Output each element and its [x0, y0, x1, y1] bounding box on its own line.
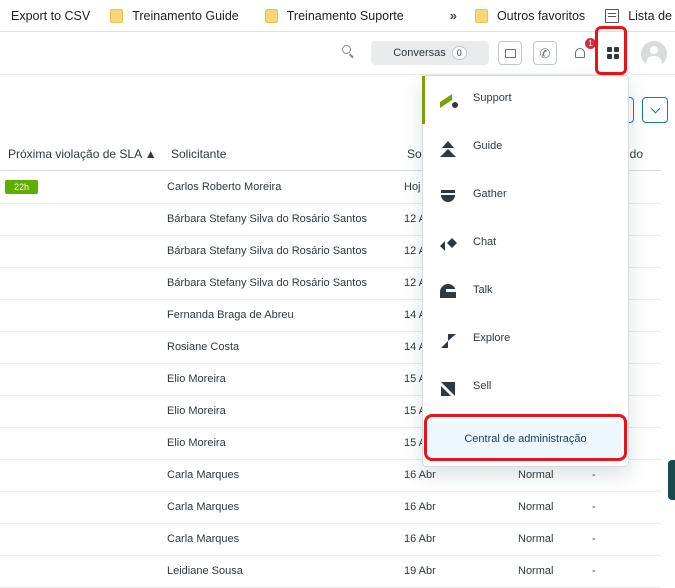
bookmarks-bar: Export to CSV Treinamento Guide Treiname… — [0, 0, 675, 32]
menu-item-gather[interactable]: Gather — [423, 172, 628, 220]
requested-date-cell: 16 Abr — [404, 469, 436, 481]
search-icon[interactable] — [342, 45, 351, 54]
requester-cell[interactable]: Elio Moreira — [167, 437, 226, 449]
table-row[interactable]: Carla Marques 16 Abr Normal - — [0, 523, 661, 556]
requester-cell[interactable]: Rosiane Costa — [167, 341, 239, 353]
menu-item-label: Gather — [473, 188, 507, 200]
bookmark-label: Outros favoritos — [496, 8, 586, 23]
folder-icon — [474, 8, 488, 23]
column-header-requester[interactable]: Solicitante — [171, 147, 226, 161]
menu-item-guide[interactable]: Guide — [423, 124, 628, 172]
reading-list-label: Lista de leitura — [628, 8, 675, 23]
phone-icon: ✆ — [539, 45, 551, 61]
gather-icon — [441, 190, 455, 202]
column-header-requested[interactable]: So — [407, 147, 422, 161]
menu-item-label: Guide — [473, 140, 503, 152]
requested-date-cell: Hoj — [404, 181, 421, 193]
menu-item-label: Sell — [473, 380, 492, 392]
folder-icon — [110, 8, 124, 23]
menu-item-support[interactable]: Support — [422, 76, 628, 124]
sell-icon — [441, 382, 455, 396]
requester-cell[interactable]: Carla Marques — [167, 469, 239, 481]
avatar[interactable] — [641, 41, 667, 67]
menu-item-label: Talk — [473, 284, 493, 296]
table-row[interactable]: Carla Marques 16 Abr Normal - — [0, 491, 661, 524]
chat-bubble-icon — [504, 48, 516, 58]
column-header-sla[interactable]: Próxima violação de SLA ▲ — [8, 147, 157, 161]
bookmark-folder-treinamento-suporte[interactable]: Treinamento Suporte — [259, 0, 410, 31]
requested-date-cell: 16 Abr — [404, 501, 436, 513]
menu-item-label: Chat — [473, 236, 497, 248]
more-bookmarks-chevron-icon[interactable]: » — [444, 8, 461, 23]
bookmark-folder-treinamento-guide[interactable]: Treinamento Guide — [104, 0, 245, 31]
guide-icon — [440, 141, 456, 157]
extra-cell: - — [592, 565, 596, 577]
requester-cell[interactable]: Elio Moreira — [167, 373, 226, 385]
chat-product-icon — [440, 238, 457, 251]
menu-item-label: Support — [473, 92, 512, 104]
app-top-bar: Conversas 0 ✆ — [0, 32, 675, 75]
product-menu: Support Guide Gather Chat Talk Explore S… — [422, 75, 629, 467]
bookmark-label: Treinamento Guide — [132, 8, 239, 23]
annotation-highlight-admin — [424, 414, 627, 461]
chat-button[interactable] — [498, 41, 522, 65]
requested-date-cell: 19 Abr — [404, 565, 436, 577]
support-icon — [440, 94, 458, 108]
menu-item-talk[interactable]: Talk — [423, 268, 628, 316]
conversations-count: 0 — [451, 46, 467, 60]
column-header-updated[interactable]: ido — [627, 147, 643, 161]
menu-item-label: Explore — [473, 332, 511, 344]
extra-cell: - — [592, 533, 596, 545]
requested-date-cell: 16 Abr — [404, 533, 436, 545]
table-row[interactable]: Leidiane Sousa 19 Abr Normal - — [0, 555, 661, 588]
annotation-highlight-products — [595, 26, 627, 75]
conversations-label: Conversas — [393, 47, 446, 59]
priority-cell: Normal — [518, 469, 554, 481]
bookmark-export-csv[interactable]: Export to CSV — [0, 0, 96, 31]
extra-cell: - — [592, 501, 596, 513]
menu-item-explore[interactable]: Explore — [423, 316, 628, 364]
bell-icon — [575, 48, 585, 58]
side-panel-tab[interactable] — [668, 460, 675, 500]
bookmark-label: Treinamento Suporte — [286, 8, 404, 23]
requester-cell[interactable]: Leidiane Sousa — [167, 565, 243, 577]
requester-cell[interactable]: Bárbara Stefany Silva do Rosário Santos — [167, 245, 367, 257]
requester-cell[interactable]: Elio Moreira — [167, 405, 226, 417]
bookmark-label: Export to CSV — [11, 8, 91, 23]
requester-cell[interactable]: Carlos Roberto Moreira — [167, 181, 281, 193]
sla-badge: 22h — [5, 180, 38, 194]
dropdown-chevron-button[interactable] — [642, 97, 668, 123]
talk-icon — [440, 284, 456, 298]
requester-cell[interactable]: Bárbara Stefany Silva do Rosário Santos — [167, 277, 367, 289]
reading-list-icon — [605, 8, 620, 23]
menu-item-sell[interactable]: Sell — [423, 364, 628, 412]
extra-cell: - — [592, 469, 596, 481]
menu-item-chat[interactable]: Chat — [423, 220, 628, 268]
folder-icon — [264, 8, 278, 23]
priority-cell: Normal — [518, 565, 554, 577]
priority-cell: Normal — [518, 533, 554, 545]
phone-button[interactable]: ✆ — [533, 41, 557, 65]
requester-cell[interactable]: Carla Marques — [167, 533, 239, 545]
requester-cell[interactable]: Fernanda Braga de Abreu — [167, 309, 294, 321]
bookmark-folder-outros-favoritos[interactable]: Outros favoritos — [469, 0, 591, 31]
requester-cell[interactable]: Carla Marques — [167, 501, 239, 513]
explore-icon — [441, 334, 456, 348]
priority-cell: Normal — [518, 501, 554, 513]
requester-cell[interactable]: Bárbara Stefany Silva do Rosário Santos — [167, 213, 367, 225]
conversations-button[interactable]: Conversas 0 — [371, 41, 489, 65]
